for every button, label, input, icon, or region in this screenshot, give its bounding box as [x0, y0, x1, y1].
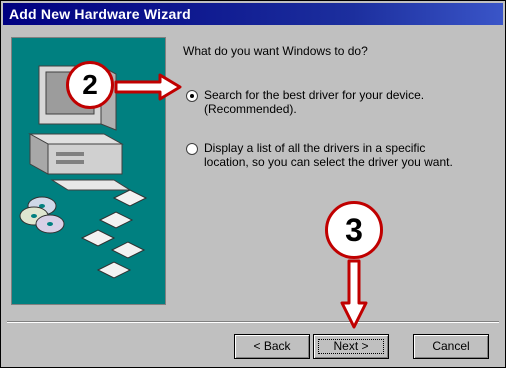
search-driver-label: Search for the best driver for your devi…: [204, 88, 425, 102]
cancel-button[interactable]: Cancel: [413, 334, 489, 359]
window-title: Add New Hardware Wizard: [9, 6, 191, 22]
disk-icon: [80, 189, 148, 279]
search-driver-radio[interactable]: [186, 90, 198, 102]
step-3-badge: 3: [325, 201, 383, 259]
step-2-badge: 2: [66, 61, 114, 109]
next-button[interactable]: Next >: [313, 334, 389, 359]
list-drivers-option[interactable]: Display a list of all the drivers in a s…: [204, 141, 453, 169]
list-drivers-label: Display a list of all the drivers in a s…: [204, 141, 426, 155]
title-bar[interactable]: Add New Hardware Wizard: [3, 3, 503, 25]
prompt-text: What do you want Windows to do?: [183, 44, 368, 58]
right-arrow-icon: [114, 73, 182, 101]
button-separator: [7, 321, 499, 323]
search-driver-option[interactable]: Search for the best driver for your devi…: [204, 88, 424, 116]
back-button[interactable]: < Back: [234, 334, 310, 359]
focus-rect: [318, 339, 384, 354]
radio-selected-dot: [190, 94, 194, 98]
list-drivers-radio[interactable]: [186, 143, 198, 155]
wizard-window: Add New Hardware Wizard What do you want…: [0, 0, 506, 368]
down-arrow-icon: [340, 259, 368, 329]
search-driver-note: (Recommended).: [204, 102, 297, 116]
cd-icon: [19, 196, 65, 234]
list-drivers-note: location, so you can select the driver y…: [204, 155, 453, 169]
